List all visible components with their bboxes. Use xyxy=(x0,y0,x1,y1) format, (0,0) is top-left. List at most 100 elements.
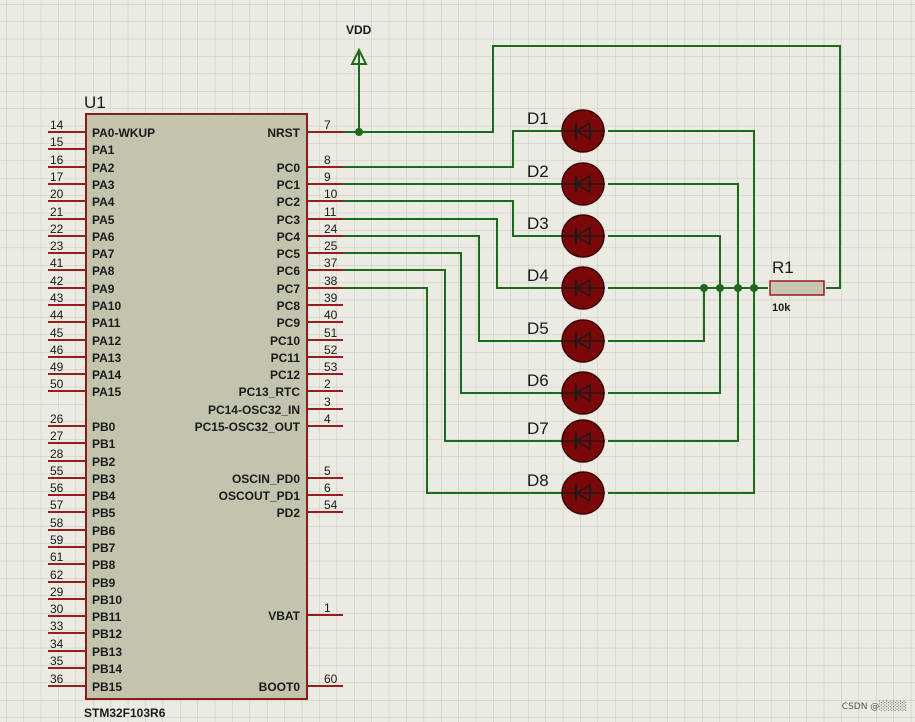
pin-number-61: 61 xyxy=(50,550,64,564)
pin-number-22: 22 xyxy=(50,222,64,236)
pin-label-pb10: PB10 xyxy=(92,593,122,607)
pin-label-pb9: PB9 xyxy=(92,576,116,590)
pin-label-pc8: PC8 xyxy=(277,299,301,313)
wire-junction-4 xyxy=(750,284,758,292)
pin-number-34: 34 xyxy=(50,637,64,651)
pin-label-pc5: PC5 xyxy=(277,247,301,261)
pin-number-4: 4 xyxy=(324,412,331,426)
pin-number-43: 43 xyxy=(50,291,64,305)
pin-label-pb15: PB15 xyxy=(92,680,122,694)
pin-label-pb1: PB1 xyxy=(92,437,116,451)
pin-label-pa11: PA11 xyxy=(92,316,121,330)
pin-number-51: 51 xyxy=(324,326,338,340)
pin-number-49: 49 xyxy=(50,360,64,374)
pin-number-50: 50 xyxy=(50,377,64,391)
chip-part: STM32F103R6 xyxy=(84,706,166,720)
resistor-r1-body xyxy=(769,280,825,296)
wire-junction-0 xyxy=(355,128,363,136)
pin-number-58: 58 xyxy=(50,516,64,530)
pin-label-pa7: PA7 xyxy=(92,247,115,261)
pin-label-pc7: PC7 xyxy=(277,282,301,296)
pin-number-33: 33 xyxy=(50,619,64,633)
pin-number-7: 7 xyxy=(324,118,331,132)
pin-label-pa13: PA13 xyxy=(92,351,121,365)
chip-ref: U1 xyxy=(84,93,106,112)
pin-label-pb0: PB0 xyxy=(92,420,116,434)
led-d1-label: D1 xyxy=(527,109,549,128)
pin-label-nrst: NRST xyxy=(267,126,300,140)
pin-number-28: 28 xyxy=(50,447,64,461)
pin-label-pa10: PA10 xyxy=(92,299,121,313)
pin-number-27: 27 xyxy=(50,429,64,443)
pin-label-pb5: PB5 xyxy=(92,506,116,520)
pin-number-17: 17 xyxy=(50,170,64,184)
pin-label-pb2: PB2 xyxy=(92,455,116,469)
pin-label-pa15: PA15 xyxy=(92,385,121,399)
pin-number-20: 20 xyxy=(50,187,64,201)
pin-number-59: 59 xyxy=(50,533,64,547)
pin-label-pb14: PB14 xyxy=(92,662,122,676)
pin-label-pc4: PC4 xyxy=(277,230,301,244)
wire-junction-2 xyxy=(716,284,724,292)
pin-label-pc1: PC1 xyxy=(277,178,301,192)
pin-number-40: 40 xyxy=(324,308,338,322)
pin-number-15: 15 xyxy=(50,135,64,149)
pin-number-16: 16 xyxy=(50,153,64,167)
pin-label-pa4: PA4 xyxy=(92,195,115,209)
pin-number-25: 25 xyxy=(324,239,338,253)
pin-number-41: 41 xyxy=(50,256,64,270)
pin-number-24: 24 xyxy=(324,222,338,236)
led-d7-label: D7 xyxy=(527,419,549,438)
led-d4-label: D4 xyxy=(527,266,549,285)
resistor-r1-value: 10k xyxy=(772,302,791,314)
wire-junction-1 xyxy=(700,284,708,292)
pin-number-37: 37 xyxy=(324,256,338,270)
pin-number-55: 55 xyxy=(50,464,64,478)
pin-number-53: 53 xyxy=(324,360,338,374)
pin-number-45: 45 xyxy=(50,326,64,340)
pin-label-pc10: PC10 xyxy=(270,334,300,348)
pin-label-pa14: PA14 xyxy=(92,368,121,382)
pin-label-pa3: PA3 xyxy=(92,178,115,192)
pin-label-pa9: PA9 xyxy=(92,282,115,296)
pin-number-30: 30 xyxy=(50,602,64,616)
pin-number-11: 11 xyxy=(324,205,337,219)
pin-label-pa12: PA12 xyxy=(92,334,121,348)
pin-label-pc13_rtc: PC13_RTC xyxy=(239,385,301,399)
pin-label-pa2: PA2 xyxy=(92,161,115,175)
pin-label-pb11: PB11 xyxy=(92,610,122,624)
led-d2-label: D2 xyxy=(527,162,549,181)
pin-label-pa0-wkup: PA0-WKUP xyxy=(92,126,155,140)
pin-label-oscout_pd1: OSCOUT_PD1 xyxy=(219,489,301,503)
pin-label-pb13: PB13 xyxy=(92,645,122,659)
pin-label-pa6: PA6 xyxy=(92,230,115,244)
wire-junction-3 xyxy=(734,284,742,292)
pin-label-pb4: PB4 xyxy=(92,489,116,503)
pin-label-pc12: PC12 xyxy=(270,368,300,382)
pin-label-pa8: PA8 xyxy=(92,264,115,278)
pin-number-54: 54 xyxy=(324,498,338,512)
pin-label-oscin_pd0: OSCIN_PD0 xyxy=(232,472,300,486)
pin-label-pa1: PA1 xyxy=(92,143,115,157)
pin-label-pc3: PC3 xyxy=(277,213,301,227)
pin-number-14: 14 xyxy=(50,118,64,132)
pin-number-9: 9 xyxy=(324,170,331,184)
pin-label-pb12: PB12 xyxy=(92,627,122,641)
pin-number-26: 26 xyxy=(50,412,64,426)
pin-label-pb8: PB8 xyxy=(92,558,116,572)
led-d5-label: D5 xyxy=(527,319,549,338)
pin-label-pc9: PC9 xyxy=(277,316,301,330)
pin-number-2: 2 xyxy=(324,377,331,391)
pin-number-56: 56 xyxy=(50,481,64,495)
pin-label-pb7: PB7 xyxy=(92,541,116,555)
pin-label-vbat: VBAT xyxy=(268,609,300,623)
pin-label-pc0: PC0 xyxy=(277,161,301,175)
pin-label-pb3: PB3 xyxy=(92,472,116,486)
pin-number-46: 46 xyxy=(50,343,64,357)
pin-number-6: 6 xyxy=(324,481,331,495)
microcontroller-u1[interactable]: U1STM32F103R614PA0-WKUP15PA116PA217PA320… xyxy=(48,93,343,720)
pin-number-62: 62 xyxy=(50,568,64,582)
pin-number-23: 23 xyxy=(50,239,64,253)
watermark: CSDN @░░░░ xyxy=(841,702,907,712)
pin-label-pc2: PC2 xyxy=(277,195,301,209)
